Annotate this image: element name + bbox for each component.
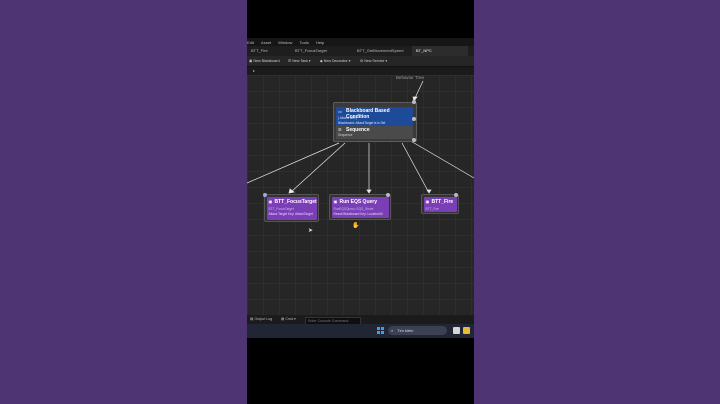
tab-btt-fire[interactable]: BTT_Fire (247, 46, 272, 56)
tab-label: BT_NPC (416, 48, 432, 53)
blackboard-decorator[interactable]: ▭ Blackboard Based Condition ( Aborts se… (336, 107, 413, 126)
file-explorer-icon[interactable] (463, 327, 470, 334)
new-blackboard-label: New Blackboard (253, 59, 280, 63)
bottom-bar: ▤ Output Log ▤ Cmd ▾ Enter Console Comma… (247, 315, 474, 325)
sequence-icon: ☰ (338, 127, 342, 132)
home-icon[interactable]: ▸ (253, 67, 255, 75)
menu-asset[interactable]: Asset (261, 40, 271, 45)
task-icon: ▣ (268, 198, 273, 204)
task-title: BTT_FocusTarget (274, 198, 317, 205)
task-title: Run EQS Query (339, 198, 378, 205)
task-detail: Result Blackboard Key: LocationDI (333, 211, 383, 216)
task-icon: ▣ (425, 198, 430, 204)
task-class: BTT_FocusTarget (268, 206, 294, 211)
menu-edit[interactable]: Edit (247, 40, 254, 45)
graph-subbar: ▸ (247, 67, 474, 75)
taskbar-search-text: Tìm kiếm (397, 328, 414, 333)
cmd-label: Cmd (285, 317, 293, 321)
task-body: ▣ BTT_Fire BTT_Fire (423, 196, 457, 212)
new-service-button[interactable]: ⚙ New Service ▾ (360, 56, 387, 66)
task-body: ▣ BTT_FocusTarget BTT_FocusTarget Attack… (266, 196, 317, 220)
menu-tools[interactable]: Tools (300, 40, 309, 45)
console-placeholder: Enter Console Command (308, 318, 349, 323)
new-decorator-label: New Decorator (323, 59, 348, 63)
screen-capture: Edit Asset Window Tools Help BTT_Fire BT… (247, 0, 474, 404)
grab-hand-icon: ✋ (352, 223, 360, 229)
output-log-label: Output Log (254, 317, 273, 321)
new-task-button[interactable]: ☰ New Task ▾ (288, 56, 311, 66)
root-sequence-node[interactable]: ▭ Blackboard Based Condition ( Aborts se… (333, 100, 417, 142)
tab-label: BTT_Fire (251, 48, 268, 53)
root-decorator-pin[interactable] (412, 117, 416, 121)
task-input-pin[interactable] (454, 193, 458, 197)
editor-tabs: BTT_Fire BTT_FocusTarget BTT_GetMovement… (247, 46, 474, 56)
output-log-button[interactable]: ▤ Output Log (250, 315, 272, 324)
mouse-pointer-icon: ➤ (308, 228, 314, 234)
taskbar-search[interactable]: ⌕ Tìm kiếm (388, 326, 447, 335)
task-input-pin[interactable] (263, 193, 267, 197)
tab-label: BTT_GetMovementSpeed (357, 48, 404, 53)
sequence-composite[interactable]: ☰ Sequence Sequence (336, 126, 413, 139)
menu-window[interactable]: Window (278, 40, 292, 45)
graph-watermark: Behavior Tree (396, 75, 425, 80)
task-class: RunEQSQuery: EQS_Strafe (333, 206, 374, 211)
new-decorator-button[interactable]: ◆ New Decorator ▾ (320, 56, 351, 66)
task-node-fire[interactable]: ▣ BTT_Fire BTT_Fire (421, 193, 459, 214)
toolbar: ▣ New Blackboard ☰ New Task ▾ ◆ New Deco… (247, 56, 474, 67)
new-service-label: New Service (364, 59, 385, 63)
new-task-label: New Task (292, 59, 308, 63)
tab-btt-getmovementspeed[interactable]: BTT_GetMovementSpeed (353, 46, 407, 56)
left-letterbox (0, 0, 247, 404)
tab-label: BTT_FocusTarget (295, 48, 327, 53)
cmd-dropdown[interactable]: ▤ Cmd ▾ (281, 315, 296, 324)
sequence-title: Sequence (346, 126, 370, 133)
sequence-subtitle: Sequence (338, 133, 353, 137)
task-title: BTT_Fire (431, 198, 454, 205)
decorator-icon: ▭ (338, 109, 342, 114)
root-input-pin[interactable] (412, 100, 416, 104)
root-output-pin[interactable] (412, 138, 416, 142)
windows-start-icon[interactable] (377, 327, 384, 334)
task-class: BTT_Fire (425, 206, 439, 211)
task-node-run-eqs-query[interactable]: ▣ Run EQS Query RunEQSQuery: EQS_Strafe … (329, 193, 391, 220)
tab-btt-focustarget[interactable]: BTT_FocusTarget (291, 46, 331, 56)
task-node-focustarget[interactable]: ▣ BTT_FocusTarget BTT_FocusTarget Attack… (263, 193, 319, 222)
menu-help[interactable]: Help (316, 40, 324, 45)
task-icon: ▣ (333, 198, 338, 204)
right-letterbox (474, 0, 720, 404)
decorator-abort-text: ( Aborts self ) (338, 116, 357, 120)
tab-bt-npc[interactable]: BT_NPC (412, 46, 468, 56)
task-detail: Attack Target Key: AttackTarget (268, 211, 313, 216)
task-view-icon[interactable] (453, 327, 460, 334)
search-icon: ⌕ (391, 328, 394, 333)
task-body: ▣ Run EQS Query RunEQSQuery: EQS_Strafe … (331, 196, 389, 218)
decorator-condition-text: Blackboard: AttackTarget is is Set (338, 120, 386, 125)
os-taskbar: ⌕ Tìm kiếm (247, 324, 474, 338)
new-blackboard-button[interactable]: ▣ New Blackboard (249, 56, 280, 66)
task-input-pin[interactable] (386, 193, 390, 197)
